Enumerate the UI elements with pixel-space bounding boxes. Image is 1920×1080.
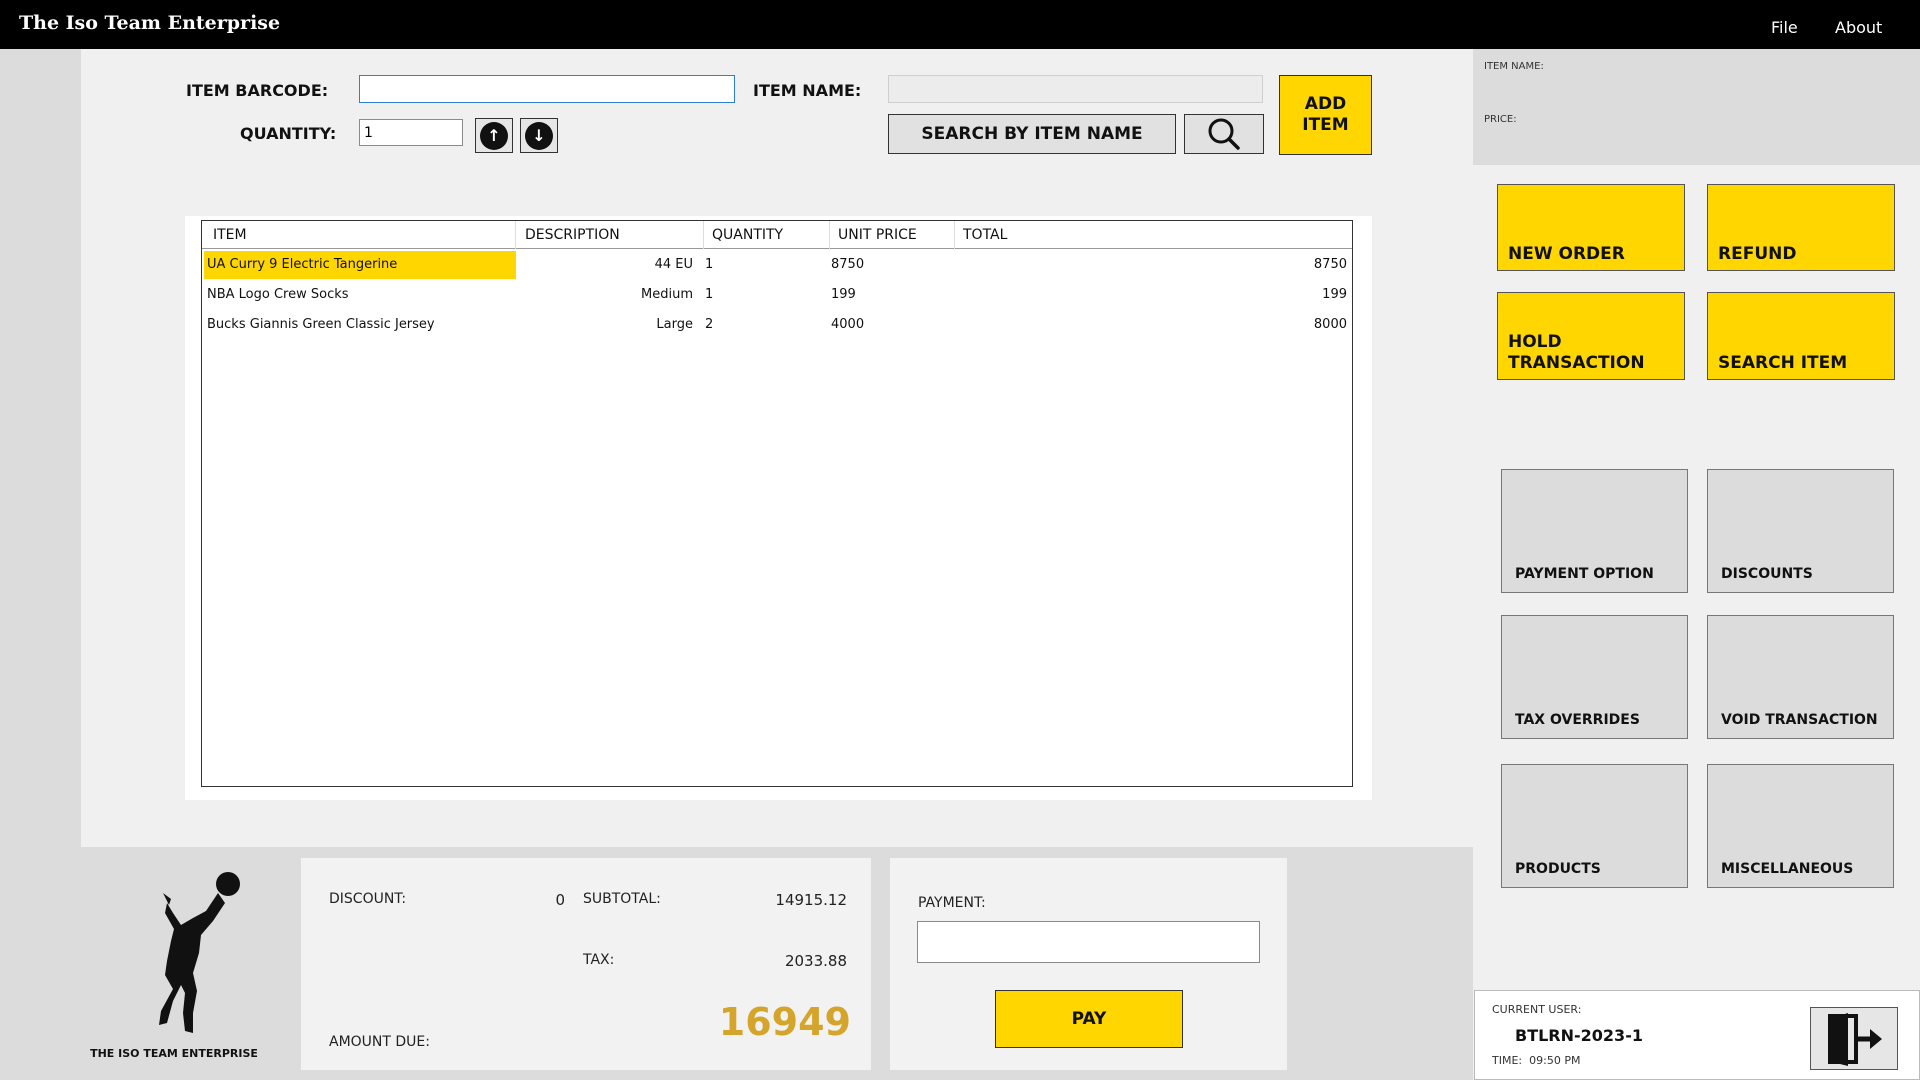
- search-button[interactable]: [1184, 114, 1264, 154]
- item-name-input[interactable]: [888, 75, 1263, 103]
- table-row[interactable]: UA Curry 9 Electric Tangerine 44 EU 1 87…: [202, 249, 1352, 279]
- info-item-name-label: ITEM NAME:: [1484, 61, 1544, 72]
- cell-total: 199: [1322, 287, 1347, 302]
- hold-transaction-label: HOLD TRANSACTION: [1508, 332, 1645, 373]
- search-item-label: SEARCH ITEM: [1718, 353, 1848, 373]
- current-user-box: CURRENT USER: BTLRN-2023-1 TIME: 09:50 P…: [1474, 990, 1920, 1080]
- current-user-label: CURRENT USER:: [1492, 1003, 1582, 1016]
- quantity-label: QUANTITY:: [240, 124, 337, 143]
- app-title: The Iso Team Enterprise: [19, 12, 281, 34]
- cell-unit-price: 4000: [831, 317, 865, 332]
- cell-item: Bucks Giannis Green Classic Jersey: [207, 317, 435, 332]
- refund-button[interactable]: REFUND: [1707, 184, 1895, 271]
- new-order-button[interactable]: NEW ORDER: [1497, 184, 1685, 271]
- cell-total: 8000: [1313, 317, 1347, 332]
- time-value: 09:50 PM: [1529, 1054, 1581, 1067]
- tax-value: 2033.88: [784, 952, 847, 970]
- cell-quantity: 2: [705, 317, 714, 332]
- logout-button[interactable]: [1810, 1007, 1898, 1070]
- refund-label: REFUND: [1718, 244, 1797, 264]
- title-bar: The Iso Team Enterprise File About: [0, 0, 1920, 49]
- search-by-item-name-button[interactable]: SEARCH BY ITEM NAME: [888, 114, 1176, 154]
- products-button[interactable]: PRODUCTS: [1501, 764, 1688, 888]
- discount-value: 0: [555, 891, 565, 909]
- order-summary: DISCOUNT: 0 SUBTOTAL: 14915.12 TAX: 2033…: [301, 858, 871, 1070]
- quantity-down-button[interactable]: ↓: [520, 118, 558, 153]
- table-row[interactable]: Bucks Giannis Green Classic Jersey Large…: [202, 309, 1352, 339]
- column-header-quantity[interactable]: QUANTITY: [712, 227, 783, 243]
- payment-panel: PAYMENT: PAY: [890, 858, 1287, 1070]
- payment-option-button[interactable]: PAYMENT OPTION: [1501, 469, 1688, 593]
- quantity-input[interactable]: [359, 119, 463, 146]
- cell-description: Medium: [641, 287, 693, 302]
- menu-file[interactable]: File: [1771, 18, 1798, 37]
- void-transaction-label: VOID TRANSACTION: [1721, 712, 1878, 728]
- tax-overrides-label: TAX OVERRIDES: [1515, 712, 1640, 728]
- discounts-button[interactable]: DISCOUNTS: [1707, 469, 1894, 593]
- products-label: PRODUCTS: [1515, 861, 1601, 877]
- pay-button[interactable]: PAY: [995, 990, 1183, 1048]
- logo-caption: THE ISO TEAM ENTERPRISE: [90, 1047, 258, 1060]
- subtotal-value: 14915.12: [775, 891, 847, 909]
- hold-transaction-button[interactable]: HOLD TRANSACTION: [1497, 292, 1685, 380]
- void-transaction-button[interactable]: VOID TRANSACTION: [1707, 615, 1894, 739]
- column-header-total[interactable]: TOTAL: [963, 227, 1007, 243]
- company-logo: THE ISO TEAM ENTERPRISE: [81, 863, 281, 1063]
- column-header-description[interactable]: DESCRIPTION: [525, 227, 620, 243]
- time-label: TIME: 09:50 PM: [1492, 1054, 1581, 1067]
- cell-description: 44 EU: [654, 257, 693, 272]
- table-row[interactable]: NBA Logo Crew Socks Medium 1 199 199: [202, 279, 1352, 309]
- cart-table[interactable]: ITEM DESCRIPTION QUANTITY UNIT PRICE TOT…: [201, 220, 1353, 787]
- item-name-label: ITEM NAME:: [753, 81, 862, 100]
- current-user-value: BTLRN-2023-1: [1515, 1026, 1643, 1045]
- cell-description: Large: [656, 317, 693, 332]
- cell-quantity: 1: [705, 257, 714, 272]
- column-header-item[interactable]: ITEM: [213, 227, 247, 243]
- item-info-box: ITEM NAME: PRICE:: [1473, 49, 1920, 165]
- payment-input[interactable]: [917, 921, 1260, 963]
- logout-icon: [1828, 1012, 1882, 1066]
- magnifier-icon: [1208, 118, 1240, 150]
- barcode-input[interactable]: [359, 75, 735, 103]
- search-item-button[interactable]: SEARCH ITEM: [1707, 292, 1895, 380]
- cell-total: 8750: [1313, 257, 1347, 272]
- amount-due-label: AMOUNT DUE:: [329, 1034, 430, 1050]
- miscellaneous-label: MISCELLANEOUS: [1721, 861, 1854, 877]
- cell-item: UA Curry 9 Electric Tangerine: [207, 257, 398, 272]
- tax-label: TAX:: [583, 952, 615, 968]
- quantity-up-button[interactable]: ↑: [475, 118, 513, 153]
- payment-option-label: PAYMENT OPTION: [1515, 566, 1654, 582]
- menu-about[interactable]: About: [1835, 18, 1882, 37]
- action-panel: ITEM NAME: PRICE: NEW ORDER REFUND HOLD T…: [1473, 49, 1920, 1080]
- cell-unit-price: 199: [831, 287, 856, 302]
- discount-label: DISCOUNT:: [329, 891, 407, 907]
- discounts-label: DISCOUNTS: [1721, 566, 1813, 582]
- info-price-label: PRICE:: [1484, 114, 1517, 125]
- barcode-label: ITEM BARCODE:: [186, 81, 329, 100]
- arrow-down-icon: ↓: [525, 121, 553, 150]
- basketball-player-logo: [159, 872, 240, 1033]
- payment-label: PAYMENT:: [918, 895, 986, 911]
- amount-due-value: 16949: [718, 1000, 851, 1044]
- column-header-unit-price[interactable]: UNIT PRICE: [838, 227, 917, 243]
- miscellaneous-button[interactable]: MISCELLANEOUS: [1707, 764, 1894, 888]
- tax-overrides-button[interactable]: TAX OVERRIDES: [1501, 615, 1688, 739]
- cell-item: NBA Logo Crew Socks: [207, 287, 349, 302]
- table-header: ITEM DESCRIPTION QUANTITY UNIT PRICE TOT…: [202, 221, 1352, 249]
- cell-quantity: 1: [705, 287, 714, 302]
- cart-table-container: ITEM DESCRIPTION QUANTITY UNIT PRICE TOT…: [185, 216, 1372, 800]
- cell-unit-price: 8750: [831, 257, 865, 272]
- arrow-up-icon: ↑: [480, 121, 508, 150]
- new-order-label: NEW ORDER: [1508, 244, 1625, 264]
- add-item-button[interactable]: ADD ITEM: [1279, 75, 1372, 155]
- subtotal-label: SUBTOTAL:: [583, 891, 661, 907]
